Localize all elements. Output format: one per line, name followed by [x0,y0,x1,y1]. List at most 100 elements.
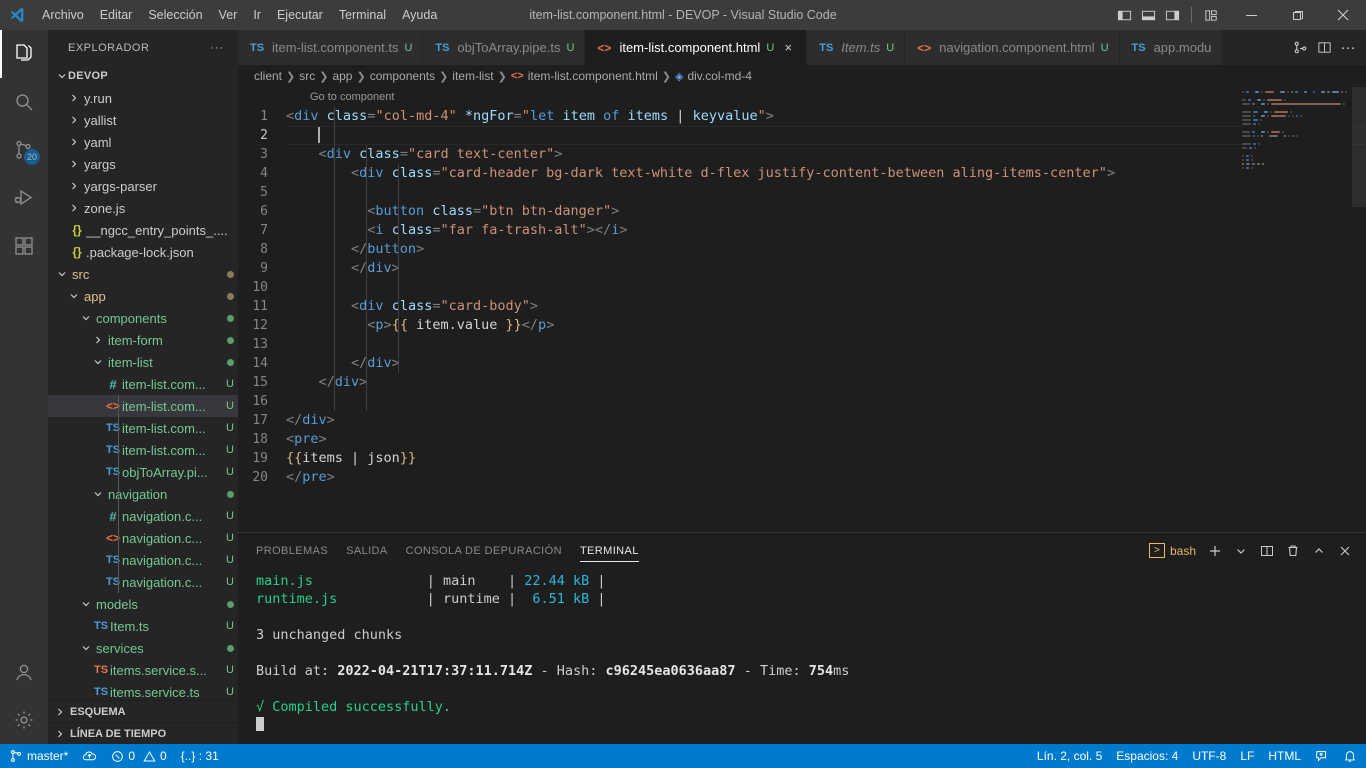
code-line[interactable]: 20 </pre> [238,468,1366,487]
editor-tab-item-ts[interactable]: TS Item.ts U [807,30,906,65]
file-tree[interactable]: y.run yallist yaml yargs yargs-parser zone.js… [48,87,238,700]
menu-archivo[interactable]: Archivo [34,1,92,29]
tree-item-components[interactable]: components [48,307,238,329]
minimize-icon[interactable] [1228,0,1274,30]
code-line[interactable]: 11 <div class="card-body"> [238,297,1366,316]
chevron-right-icon[interactable] [68,181,80,191]
breadcrumb-item-app[interactable]: app [332,69,352,83]
panel-tab-terminal[interactable]: TERMINAL [579,533,639,568]
code-line[interactable]: 15 </div> [238,373,1366,392]
editor-tab-navigation-component-html[interactable]: <> navigation.component.html U [905,30,1120,65]
status-language-mode[interactable]: HTML [1261,744,1308,768]
editor-tab-app-modu[interactable]: TS app.modu [1119,30,1223,65]
maximize-panel-icon[interactable] [1308,540,1330,562]
code-line[interactable]: 5 [238,183,1366,202]
tree-item-src[interactable]: src [48,263,238,285]
code-content[interactable]: 1 <div class="col-md-4" *ngFor="let item … [238,87,1366,532]
more-actions-icon[interactable]: ··· [1338,38,1358,58]
code-line[interactable]: 16 [238,392,1366,411]
activity-item-accounts[interactable] [0,648,48,696]
code-line[interactable]: 14 </div> [238,354,1366,373]
breadcrumb-item-div-col-md-4[interactable]: ◈ div.col-md-4 [675,69,752,83]
tree-item--ngcc-entry-points-[interactable]: {} __ngcc_entry_points_.... [48,219,238,241]
menu-seleccion[interactable]: Selección [140,1,210,29]
status-encoding[interactable]: UTF-8 [1185,744,1233,768]
sidebar-section-linea-de-tiempo[interactable]: LÍNEA DE TIEMPO [48,722,238,744]
chevron-right-icon[interactable] [68,93,80,103]
open-changes-icon[interactable] [1290,38,1310,58]
status-indentation[interactable]: Espacios: 4 [1109,744,1185,768]
tab-close-icon[interactable]: × [780,40,796,55]
tree-item-navigation-c-[interactable]: # navigation.c... U [48,505,238,527]
toggle-secondary-sidebar-icon[interactable] [1161,4,1183,26]
breadcrumb-item-components[interactable]: components [370,69,435,83]
split-terminal-icon[interactable] [1256,540,1278,562]
menu-ver[interactable]: Ver [211,1,246,29]
chevron-right-icon[interactable] [68,115,80,125]
tree-item-app[interactable]: app [48,285,238,307]
tree-item-yargs[interactable]: yargs [48,153,238,175]
menu-ayuda[interactable]: Ayuda [394,1,445,29]
activity-item-explorer[interactable] [0,30,48,78]
tree-item-item-form[interactable]: item-form [48,329,238,351]
status-ports[interactable]: {..} : 31 [174,744,226,768]
tree-item-yallist[interactable]: yallist [48,109,238,131]
tree-item-item-list-com-[interactable]: <> item-list.com... U [48,395,238,417]
code-line[interactable]: 13 [238,335,1366,354]
sidebar-more-actions-icon[interactable]: ··· [210,42,230,54]
tree-item-item-ts[interactable]: TS Item.ts U [48,615,238,637]
toggle-primary-sidebar-icon[interactable] [1113,4,1135,26]
close-icon[interactable] [1320,0,1366,30]
chevron-down-icon[interactable] [56,269,68,279]
panel-tab-problemas[interactable]: PROBLEMAS [256,533,328,568]
tree-item-items-service-s-[interactable]: TS items.service.s... U [48,659,238,681]
breadcrumb-item-item-list[interactable]: item-list [452,69,493,83]
toggle-panel-icon[interactable] [1137,4,1159,26]
menu-ir[interactable]: Ir [245,1,269,29]
activity-item-run-debug[interactable] [0,174,48,222]
feedback-icon[interactable] [1308,744,1336,768]
terminal-dropdown-icon[interactable] [1230,540,1252,562]
code-line[interactable]: 4 <div class="card-header bg-dark text-w… [238,164,1366,183]
editor-tab-item-list-component-ts[interactable]: TS item-list.component.ts U [238,30,424,65]
code-editor[interactable]: 1 <div class="col-md-4" *ngFor="let item … [238,87,1366,532]
bell-icon[interactable] [1336,744,1364,768]
tree-item-y-run[interactable]: y.run [48,87,238,109]
maximize-icon[interactable] [1274,0,1320,30]
tree-item-models[interactable]: models [48,593,238,615]
editor-tab-item-list-component-html[interactable]: <> item-list.component.html U × [585,30,808,65]
chevron-right-icon[interactable] [68,137,80,147]
tree-item--package-lock-json[interactable]: {} .package-lock.json [48,241,238,263]
tree-item-yaml[interactable]: yaml [48,131,238,153]
editor-tab-objtoarray-pipe-ts[interactable]: TS objToArray.pipe.ts U [423,30,586,65]
tree-item-item-list-com-[interactable]: # item-list.com... U [48,373,238,395]
code-line[interactable]: 17 </div> [238,411,1366,430]
codelens-go-to-component[interactable]: Go to component [310,87,394,107]
chevron-down-icon[interactable] [80,599,92,609]
panel-tab-consola-de-depuracion[interactable]: CONSOLA DE DEPURACIÓN [406,533,562,568]
breadcrumb-item-src[interactable]: src [299,69,315,83]
chevron-right-icon[interactable] [68,159,80,169]
code-line[interactable]: 7 <i class="far fa-trash-alt"></i> [238,221,1366,240]
code-line[interactable]: 2 [238,126,1366,145]
editor-scrollbar[interactable] [1352,87,1366,532]
menu-ejecutar[interactable]: Ejecutar [269,1,331,29]
chevron-down-icon[interactable] [80,313,92,323]
tree-item-navigation-c-[interactable]: TS navigation.c... U [48,571,238,593]
workspace-folder-row[interactable]: DEVOP [48,65,238,87]
tree-item-item-list[interactable]: item-list [48,351,238,373]
sidebar-section-esquema[interactable]: ESQUEMA [48,700,238,722]
tree-item-items-service-ts[interactable]: TS items.service.ts U [48,681,238,700]
terminal-output[interactable]: main.js | main | 22.44 kB | runtime.js | … [238,568,1366,744]
breadcrumb-item-item-list-component-html[interactable]: <> item-list.component.html [511,69,658,83]
tree-item-services[interactable]: services [48,637,238,659]
tree-item-navigation-c-[interactable]: <> navigation.c... U [48,527,238,549]
status-sync[interactable] [75,744,104,768]
tree-item-item-list-com-[interactable]: TS item-list.com... U [48,439,238,461]
tree-item-item-list-com-[interactable]: TS item-list.com... U [48,417,238,439]
kill-terminal-icon[interactable] [1282,540,1304,562]
tree-item-zone-js[interactable]: zone.js [48,197,238,219]
editor-tab-bar[interactable]: TS item-list.component.ts U TS objToArray.pi… [238,30,1366,65]
menu-editar[interactable]: Editar [92,1,141,29]
status-problems[interactable]: 0 0 [104,744,173,768]
